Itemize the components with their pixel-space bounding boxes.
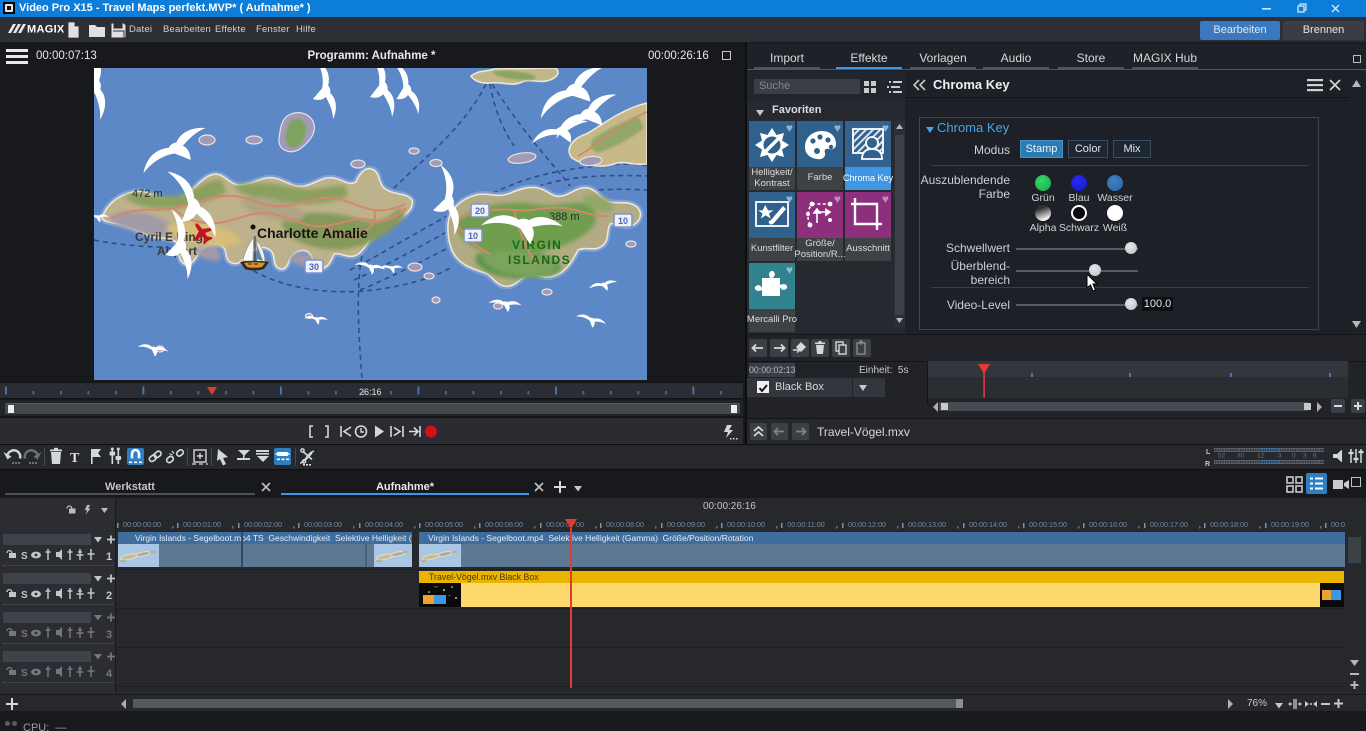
svg-text:S: S bbox=[21, 668, 28, 679]
svg-text:30: 30 bbox=[309, 262, 319, 272]
svg-text:00:00:06:00: 00:00:06:00 bbox=[485, 520, 523, 529]
svg-text:MAGIX: MAGIX bbox=[27, 24, 64, 36]
svg-text:00:00:01:00: 00:00:01:00 bbox=[183, 520, 221, 529]
svg-text:6: 6 bbox=[1313, 453, 1317, 460]
svg-text:3: 3 bbox=[1303, 453, 1307, 460]
svg-text:12: 12 bbox=[1257, 453, 1265, 460]
svg-text:00:00:12:00: 00:00:12:00 bbox=[848, 520, 886, 529]
svg-text:Charlotte Amalie: Charlotte Amalie bbox=[257, 225, 368, 241]
svg-text:3: 3 bbox=[106, 629, 112, 641]
svg-text:26:16: 26:16 bbox=[359, 387, 382, 397]
svg-text:0: 0 bbox=[1292, 453, 1296, 460]
svg-text:S: S bbox=[21, 590, 28, 601]
svg-text:52: 52 bbox=[1218, 453, 1226, 460]
svg-text:00:00:02:00: 00:00:02:00 bbox=[244, 520, 282, 529]
svg-text:R: R bbox=[1205, 461, 1210, 468]
svg-text:10: 10 bbox=[468, 231, 478, 241]
svg-text:00:00:14:00: 00:00:14:00 bbox=[969, 520, 1007, 529]
svg-text:00:00:17:00: 00:00:17:00 bbox=[1150, 520, 1188, 529]
svg-text:L: L bbox=[1206, 449, 1211, 456]
svg-text:ISLANDS: ISLANDS bbox=[508, 253, 571, 267]
svg-text:00:00:18:00: 00:00:18:00 bbox=[1210, 520, 1248, 529]
svg-text:00:00:05:00: 00:00:05:00 bbox=[425, 520, 463, 529]
svg-text:Cyril E King: Cyril E King bbox=[135, 230, 203, 244]
svg-text:S: S bbox=[21, 629, 28, 640]
svg-text:2: 2 bbox=[106, 590, 112, 602]
svg-text:472 m: 472 m bbox=[132, 188, 163, 200]
svg-text:00:00:09:00: 00:00:09:00 bbox=[667, 520, 705, 529]
svg-text:3: 3 bbox=[1278, 453, 1282, 460]
svg-text:00:00:20:00: 00:00:20:00 bbox=[1331, 520, 1345, 529]
svg-text:4: 4 bbox=[106, 668, 113, 680]
svg-text:1: 1 bbox=[106, 551, 112, 563]
svg-text:00:00:03:00: 00:00:03:00 bbox=[304, 520, 342, 529]
svg-text:10: 10 bbox=[618, 216, 628, 226]
svg-text:T: T bbox=[70, 451, 80, 466]
svg-text:VIRGIN: VIRGIN bbox=[512, 238, 562, 252]
svg-text:00:00:00:00: 00:00:00:00 bbox=[123, 520, 161, 529]
svg-text:00:00:08:00: 00:00:08:00 bbox=[606, 520, 644, 529]
svg-text:30: 30 bbox=[1237, 453, 1245, 460]
svg-text:20: 20 bbox=[475, 206, 485, 216]
svg-text:00:00:13:00: 00:00:13:00 bbox=[908, 520, 946, 529]
svg-text:S: S bbox=[21, 551, 28, 562]
svg-text:00:00:16:00: 00:00:16:00 bbox=[1089, 520, 1127, 529]
svg-text:00:00:10:00: 00:00:10:00 bbox=[727, 520, 765, 529]
svg-text:00:00:04:00: 00:00:04:00 bbox=[365, 520, 403, 529]
svg-text:00:00:11:00: 00:00:11:00 bbox=[787, 520, 824, 529]
svg-text:00:00:15:00: 00:00:15:00 bbox=[1029, 520, 1067, 529]
svg-text:00:00:19:00: 00:00:19:00 bbox=[1271, 520, 1309, 529]
